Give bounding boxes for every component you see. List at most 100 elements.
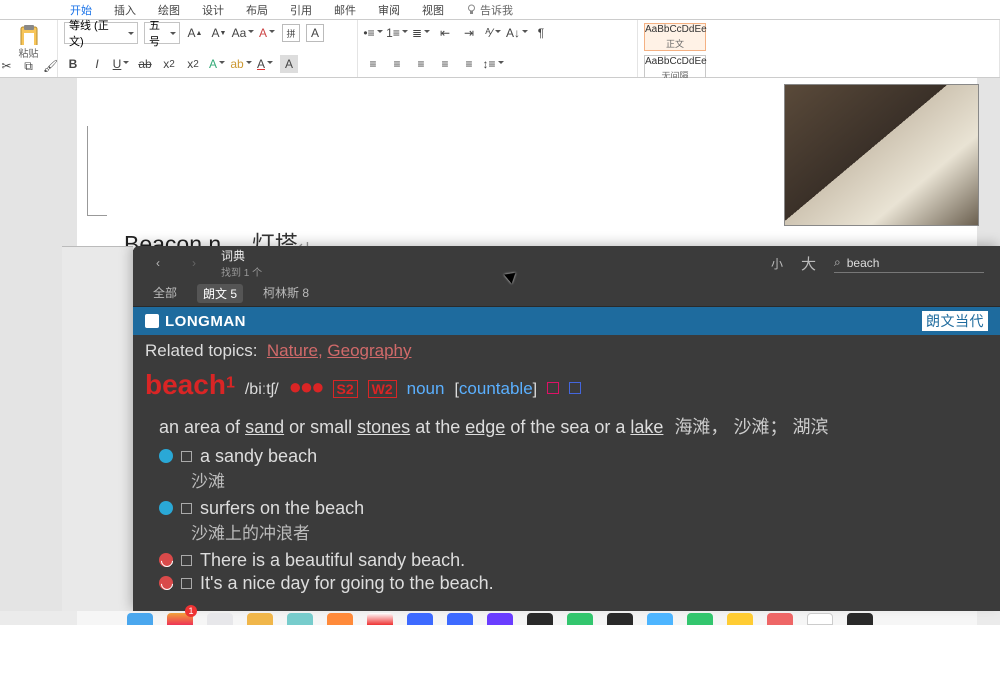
align-center-icon[interactable]: ≡ [388, 55, 406, 73]
dock-app-14[interactable] [647, 613, 673, 625]
increase-font-icon[interactable]: A▲ [186, 24, 204, 42]
cut-icon[interactable]: ✂ [0, 57, 16, 75]
dock-app-11[interactable] [527, 613, 553, 625]
headword: beach [145, 369, 226, 400]
example-1-cn: 沙滩 [133, 467, 1000, 496]
font-color-icon[interactable]: A [256, 55, 274, 73]
char-shading-icon[interactable]: A [280, 55, 298, 73]
font-size-select[interactable]: 五号 [144, 22, 180, 44]
tab-review[interactable]: 审阅 [378, 2, 400, 18]
checkbox[interactable] [181, 503, 192, 514]
dictionary-window: ‹ › 词典 找到 1 个 小 大 ⌕ 全部 朗文 5 柯林斯 8 LONGMA… [133, 246, 1000, 611]
show-marks-icon[interactable]: ¶ [532, 24, 550, 42]
checkbox[interactable] [181, 555, 192, 566]
text-effects-icon[interactable]: A [208, 55, 226, 73]
font-name-select[interactable]: 等线 (正文) [64, 22, 138, 44]
ribbon-body: 粘贴 ✂ ⧉ 🖌 等线 (正文) 五号 A▲ A▼ Aa A 拼 A B I U… [0, 20, 1000, 78]
tab-view[interactable]: 视图 [422, 2, 444, 18]
distribute-icon[interactable]: ≡ [460, 55, 478, 73]
italic-button[interactable]: I [88, 55, 106, 73]
dock-app-10[interactable] [487, 613, 513, 625]
topic-nature[interactable]: Nature [267, 341, 318, 360]
font-small-button[interactable]: 小 [771, 255, 783, 272]
link-sand[interactable]: sand [245, 417, 284, 437]
dock-app-finder[interactable] [127, 613, 153, 625]
dict-tab-all[interactable]: 全部 [153, 284, 177, 303]
example-2-cn: 沙滩上的冲浪者 [133, 519, 1000, 548]
dock-app-7[interactable] [367, 613, 393, 625]
dock-app-2[interactable]: 1 [167, 613, 193, 625]
countability: countable [459, 379, 533, 398]
dock-app-13[interactable] [607, 613, 633, 625]
box-icon-2[interactable] [569, 382, 581, 394]
dock-app-4[interactable] [247, 613, 273, 625]
dock-app-8[interactable] [407, 613, 433, 625]
speaker-muted-icon[interactable] [159, 553, 173, 567]
sort-icon[interactable]: A↓ [508, 24, 526, 42]
number-list-icon[interactable]: 1≡ [388, 24, 406, 42]
style-normal[interactable]: AaBbCcDdEe 正文 [644, 23, 706, 51]
tab-references[interactable]: 引用 [290, 2, 312, 18]
tab-mailings[interactable]: 邮件 [334, 2, 356, 18]
asian-layout-icon[interactable]: ᴬ⁄ [484, 24, 502, 42]
clear-format-icon[interactable]: A [258, 24, 276, 42]
nav-back-icon[interactable]: ‹ [149, 256, 167, 270]
align-left-icon[interactable]: ≡ [364, 55, 382, 73]
justify-icon[interactable]: ≡ [436, 55, 454, 73]
tab-layout[interactable]: 布局 [246, 2, 268, 18]
char-border-icon[interactable]: A [306, 24, 324, 42]
dock-app-12[interactable] [567, 613, 593, 625]
underline-button[interactable]: U [112, 55, 130, 73]
change-case-icon[interactable]: Aa [234, 24, 252, 42]
dict-tab-longman[interactable]: 朗文 5 [197, 284, 243, 303]
speaker-icon[interactable] [159, 449, 173, 463]
topic-geography[interactable]: Geography [327, 341, 411, 360]
superscript-button[interactable]: x2 [184, 55, 202, 73]
subscript-button[interactable]: x2 [160, 55, 178, 73]
link-lake[interactable]: lake [630, 417, 663, 437]
tab-design[interactable]: 设计 [202, 2, 224, 18]
dock-app-16[interactable] [727, 613, 753, 625]
nav-forward-icon[interactable]: › [185, 256, 203, 270]
link-stones[interactable]: stones [357, 417, 410, 437]
tell-me[interactable]: 告诉我 [466, 2, 513, 18]
dict-search-input[interactable] [847, 256, 957, 270]
phonetic-guide-icon[interactable]: 拼 [282, 24, 300, 42]
align-right-icon[interactable]: ≡ [412, 55, 430, 73]
dock-app-9[interactable] [447, 613, 473, 625]
speaker-icon[interactable] [159, 501, 173, 515]
multilevel-list-icon[interactable]: ≣ [412, 24, 430, 42]
tab-home[interactable]: 开始 [70, 2, 92, 18]
box-icon[interactable] [547, 382, 559, 394]
bullet-list-icon[interactable]: •≡ [364, 24, 382, 42]
copy-icon[interactable]: ⧉ [20, 57, 38, 75]
decrease-indent-icon[interactable]: ⇤ [436, 24, 454, 42]
dock-app-6[interactable] [327, 613, 353, 625]
strike-button[interactable]: ab [136, 55, 154, 73]
clipboard-group: 粘贴 ✂ ⧉ 🖌 [0, 20, 58, 77]
tab-insert[interactable]: 插入 [114, 2, 136, 18]
highlight-icon[interactable]: ab [232, 55, 250, 73]
format-painter-icon[interactable]: 🖌 [42, 57, 60, 75]
dict-search[interactable]: ⌕ [834, 253, 984, 273]
increase-indent-icon[interactable]: ⇥ [460, 24, 478, 42]
font-large-button[interactable]: 大 [801, 253, 816, 274]
dock-app-3[interactable] [207, 613, 233, 625]
dock-app-15[interactable] [687, 613, 713, 625]
dock-app-19[interactable] [847, 613, 873, 625]
tab-draw[interactable]: 绘图 [158, 2, 180, 18]
dock-app-5[interactable] [287, 613, 313, 625]
speaker-muted-icon[interactable] [159, 576, 173, 590]
checkbox[interactable] [181, 578, 192, 589]
paragraph-group: •≡ 1≡ ≣ ⇤ ⇥ ᴬ⁄ A↓ ¶ ≡ ≡ ≡ ≡ ≡ ↕≡ [358, 20, 638, 77]
checkbox[interactable] [181, 451, 192, 462]
link-edge[interactable]: edge [465, 417, 505, 437]
bulb-icon [466, 4, 477, 15]
dict-tab-collins[interactable]: 柯林斯 8 [263, 284, 309, 303]
line-spacing-icon[interactable]: ↕≡ [484, 55, 502, 73]
decrease-font-icon[interactable]: A▼ [210, 24, 228, 42]
dock-app-18[interactable] [807, 613, 833, 625]
dock-app-17[interactable] [767, 613, 793, 625]
bold-button[interactable]: B [64, 55, 82, 73]
paste-icon[interactable] [18, 25, 40, 45]
